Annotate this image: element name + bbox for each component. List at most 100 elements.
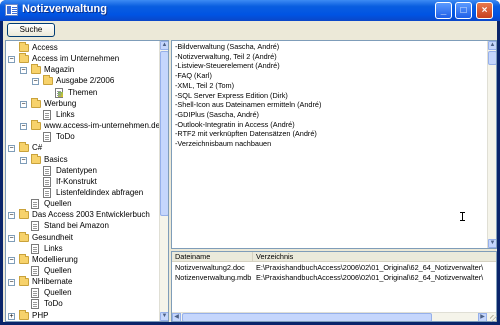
folder-icon — [31, 97, 41, 108]
search-button[interactable]: Suche — [7, 23, 55, 37]
collapse-icon[interactable]: − — [8, 256, 15, 264]
collapse-icon[interactable]: − — [8, 212, 15, 220]
scroll-thumb[interactable] — [488, 51, 496, 65]
collapse-icon[interactable]: − — [8, 145, 15, 153]
tree-node[interactable]: − Das Access 2003 Entwicklerbuch — [8, 209, 156, 221]
tree-node[interactable]: Links — [20, 243, 156, 255]
collapse-icon[interactable]: − — [20, 156, 27, 164]
tree-node[interactable]: Quellen — [20, 288, 156, 299]
note-document-icon — [43, 176, 51, 187]
tree-node[interactable]: Listenfeldindex abfragen — [32, 187, 156, 199]
scroll-right-arrow-icon[interactable]: ▶ — [478, 313, 487, 321]
folder-icon — [31, 153, 41, 164]
tree-node[interactable]: Datentypen — [32, 165, 156, 177]
tree-node[interactable]: − Werbung — [20, 97, 156, 110]
collapse-icon[interactable]: − — [32, 78, 39, 86]
tree-node-label: Das Access 2003 Entwicklerbuch — [32, 210, 150, 220]
tree-node[interactable]: − Basics — [20, 153, 156, 166]
note-document-icon — [31, 199, 39, 210]
tree-node[interactable]: Quellen — [20, 266, 156, 277]
tree-node-label: If-Konstrukt — [56, 176, 97, 186]
tree-node[interactable]: Links — [32, 109, 156, 121]
note-document-icon — [31, 288, 39, 299]
collapse-icon[interactable]: − — [8, 234, 15, 242]
folder-icon — [19, 276, 29, 287]
folder-icon — [19, 209, 29, 220]
tree-vertical-scrollbar[interactable]: ▲ ▼ — [159, 41, 168, 321]
tree-node[interactable]: + PHP — [8, 309, 156, 321]
files-horizontal-scrollbar[interactable]: ◀ ▶ — [172, 312, 496, 321]
notes-content[interactable]: -Bildverwaltung (Sascha, André) -Notizver… — [175, 42, 485, 149]
note-document-icon — [43, 165, 51, 176]
note-line: -Bildverwaltung (Sascha, André) — [175, 42, 280, 51]
scroll-left-arrow-icon[interactable]: ◀ — [172, 313, 181, 321]
tree-node[interactable]: If-Konstrukt — [32, 176, 156, 188]
note-document-icon — [31, 243, 39, 254]
tree-node[interactable]: ToDo — [32, 132, 156, 143]
tree-node[interactable]: ToDo — [20, 299, 156, 310]
note-image-icon — [55, 87, 63, 98]
collapse-icon[interactable]: − — [20, 67, 27, 75]
tree-node-label: Werbung — [44, 98, 77, 108]
tree-node[interactable]: Quellen — [20, 199, 156, 210]
tree-node[interactable]: − Ausgabe 2/2006 — [32, 75, 156, 87]
close-button[interactable]: × — [476, 2, 493, 19]
folder-icon — [19, 53, 29, 64]
scroll-down-arrow-icon[interactable]: ▼ — [488, 239, 496, 248]
note-line: -FAQ (Karl) — [175, 71, 212, 81]
minimize-button[interactable]: _ — [435, 2, 452, 19]
collapse-icon[interactable]: − — [8, 279, 15, 287]
notes-vertical-scrollbar[interactable]: ▲ ▼ — [487, 41, 496, 248]
files-header: Dateiname Verzeichnis — [172, 252, 496, 262]
notes-textarea[interactable]: -Bildverwaltung (Sascha, André) -Notizver… — [171, 40, 497, 249]
column-header-directory[interactable]: Verzeichnis — [253, 252, 496, 262]
tree-node[interactable]: − NHibernate — [8, 276, 156, 288]
scroll-thumb[interactable] — [182, 313, 432, 321]
scroll-up-arrow-icon[interactable]: ▲ — [488, 41, 496, 50]
folder-tree[interactable]: Access − Access im Unternehmen − Magazin − Aus… — [5, 40, 169, 322]
expand-icon[interactable]: + — [8, 312, 15, 320]
app-window: Notizverwaltung _ □ × Suche Access − Acces… — [0, 0, 500, 325]
collapse-icon[interactable]: − — [20, 123, 27, 131]
title-bar[interactable]: Notizverwaltung _ □ × — [0, 0, 500, 21]
tree-node[interactable]: Themen — [44, 87, 156, 99]
scroll-down-arrow-icon[interactable]: ▼ — [160, 312, 168, 321]
collapse-icon[interactable]: − — [20, 100, 27, 108]
tree-node-label: Access im Unternehmen — [32, 54, 120, 64]
file-directory-cell: E:\PraxishandbuchAccess\2006\02\01_Origi… — [256, 273, 484, 282]
tree-node-label: Ausgabe 2/2006 — [56, 76, 115, 86]
folder-icon — [19, 42, 29, 52]
tree-node-label: Basics — [44, 154, 68, 164]
app-icon — [5, 4, 18, 16]
column-header-filename[interactable]: Dateiname — [172, 252, 253, 262]
file-name-cell: Notizverwaltung2.doc — [175, 263, 245, 272]
tree-node[interactable]: Stand bei Amazon — [20, 221, 156, 232]
scroll-up-arrow-icon[interactable]: ▲ — [160, 41, 168, 50]
collapse-icon[interactable]: − — [8, 56, 15, 64]
tree-node-label: Gesundheit — [32, 232, 73, 242]
tree-node[interactable]: Access — [8, 42, 156, 54]
note-line: -Listview-Steuerelement (André) — [175, 61, 280, 71]
tree-node-label: Access — [32, 43, 58, 52]
files-list[interactable]: Dateiname Verzeichnis Notizverwaltung2.d… — [171, 251, 497, 322]
scroll-thumb[interactable] — [160, 51, 168, 216]
maximize-button[interactable]: □ — [455, 2, 472, 19]
tree-node-label: Quellen — [44, 266, 72, 275]
tree-node-label: Magazin — [44, 65, 75, 75]
folder-icon — [43, 75, 53, 86]
note-document-icon — [43, 109, 51, 120]
tree-node-label: Links — [56, 109, 75, 119]
note-document-icon — [43, 132, 51, 143]
tree-node[interactable]: − Modellierung — [8, 253, 156, 266]
tree-node[interactable]: − Gesundheit — [8, 231, 156, 244]
note-document-icon — [43, 187, 51, 198]
tree-node-label: Modellierung — [32, 254, 78, 264]
tree-node-label: Quellen — [44, 288, 72, 298]
tree-node[interactable]: − Magazin — [20, 64, 156, 76]
note-document-icon — [31, 266, 39, 276]
resize-grip-icon[interactable] — [490, 315, 497, 322]
tree-node[interactable]: − www.access-im-unternehmen.de — [20, 120, 160, 132]
tree-node-label: Stand bei Amazon — [44, 221, 109, 231]
note-line: -Notizverwaltung, Teil 2 (André) — [175, 51, 277, 61]
tree-node-label: Themen — [68, 87, 98, 97]
